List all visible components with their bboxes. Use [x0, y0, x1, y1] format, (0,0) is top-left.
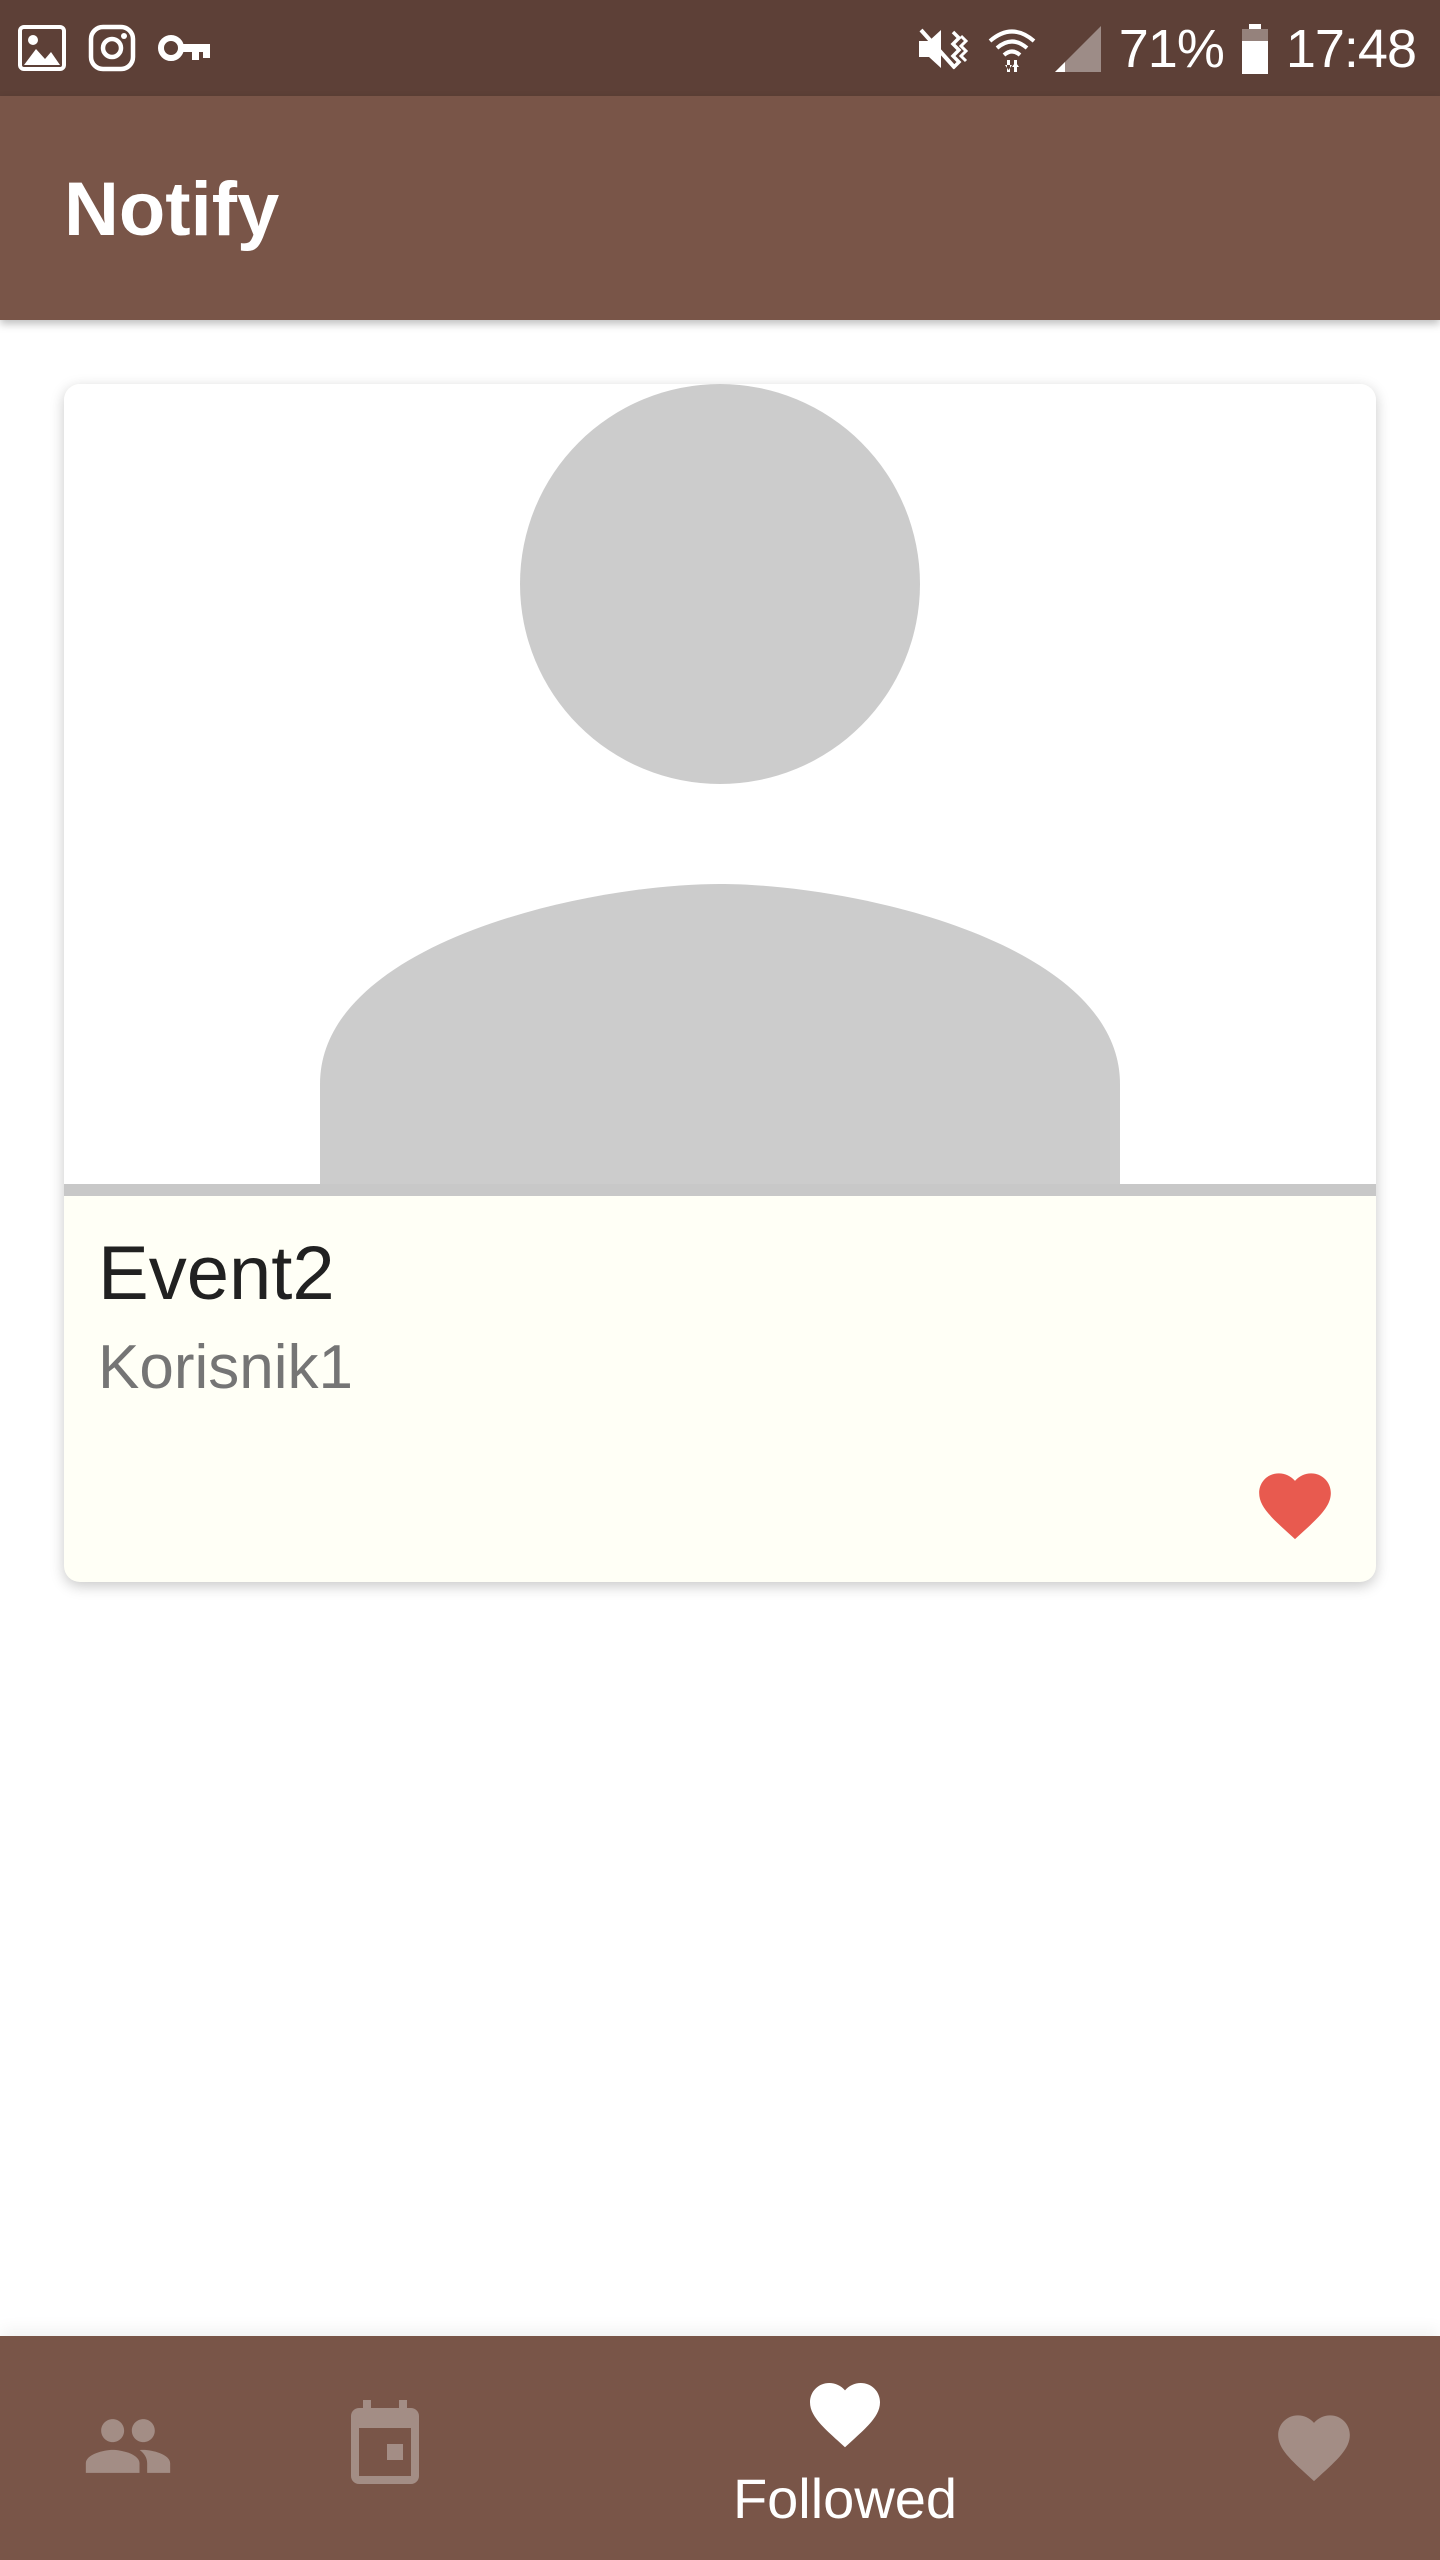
- event-owner: Korisnik1: [98, 1333, 353, 1402]
- mute-vibrate-icon: [918, 28, 968, 70]
- card-divider: [64, 1184, 1376, 1196]
- battery-icon: [1241, 24, 1268, 74]
- wifi-icon: [988, 29, 1036, 72]
- battery-percent: 71%: [1118, 19, 1225, 79]
- app-bar: Notify: [0, 96, 1440, 320]
- nav-favorites[interactable]: [1250, 2336, 1380, 2560]
- heart-icon: [1259, 1473, 1331, 1540]
- favorite-button[interactable]: [1252, 1462, 1338, 1542]
- vpn-key-icon: [158, 35, 210, 61]
- heart-icon: [1278, 2415, 1350, 2482]
- status-bar-notifications: [18, 22, 212, 74]
- instagram-icon: [88, 24, 136, 72]
- nav-people[interactable]: [68, 2336, 188, 2560]
- signal-icon: [1054, 26, 1101, 72]
- clock: 17:48: [1285, 19, 1417, 79]
- nav-followed-label: Followed: [732, 2467, 958, 2530]
- status-bar-system: 71% 17:48: [915, 14, 1417, 84]
- calendar-icon: [351, 2400, 419, 2484]
- people-icon: [85, 2419, 171, 2473]
- heart-icon: [810, 2383, 880, 2448]
- event-card[interactable]: Event2 Korisnik1: [64, 384, 1376, 1582]
- image-icon: [18, 25, 66, 71]
- bottom-navigation: Followed: [0, 2336, 1440, 2560]
- page-title: Notify: [64, 167, 280, 252]
- nav-followed[interactable]: Followed: [700, 2336, 990, 2560]
- nav-events[interactable]: [325, 2336, 445, 2560]
- event-title: Event2: [98, 1231, 335, 1316]
- person-placeholder-icon: [320, 384, 1120, 1184]
- event-image: [64, 384, 1376, 1184]
- status-bar: 71% 17:48: [0, 0, 1440, 96]
